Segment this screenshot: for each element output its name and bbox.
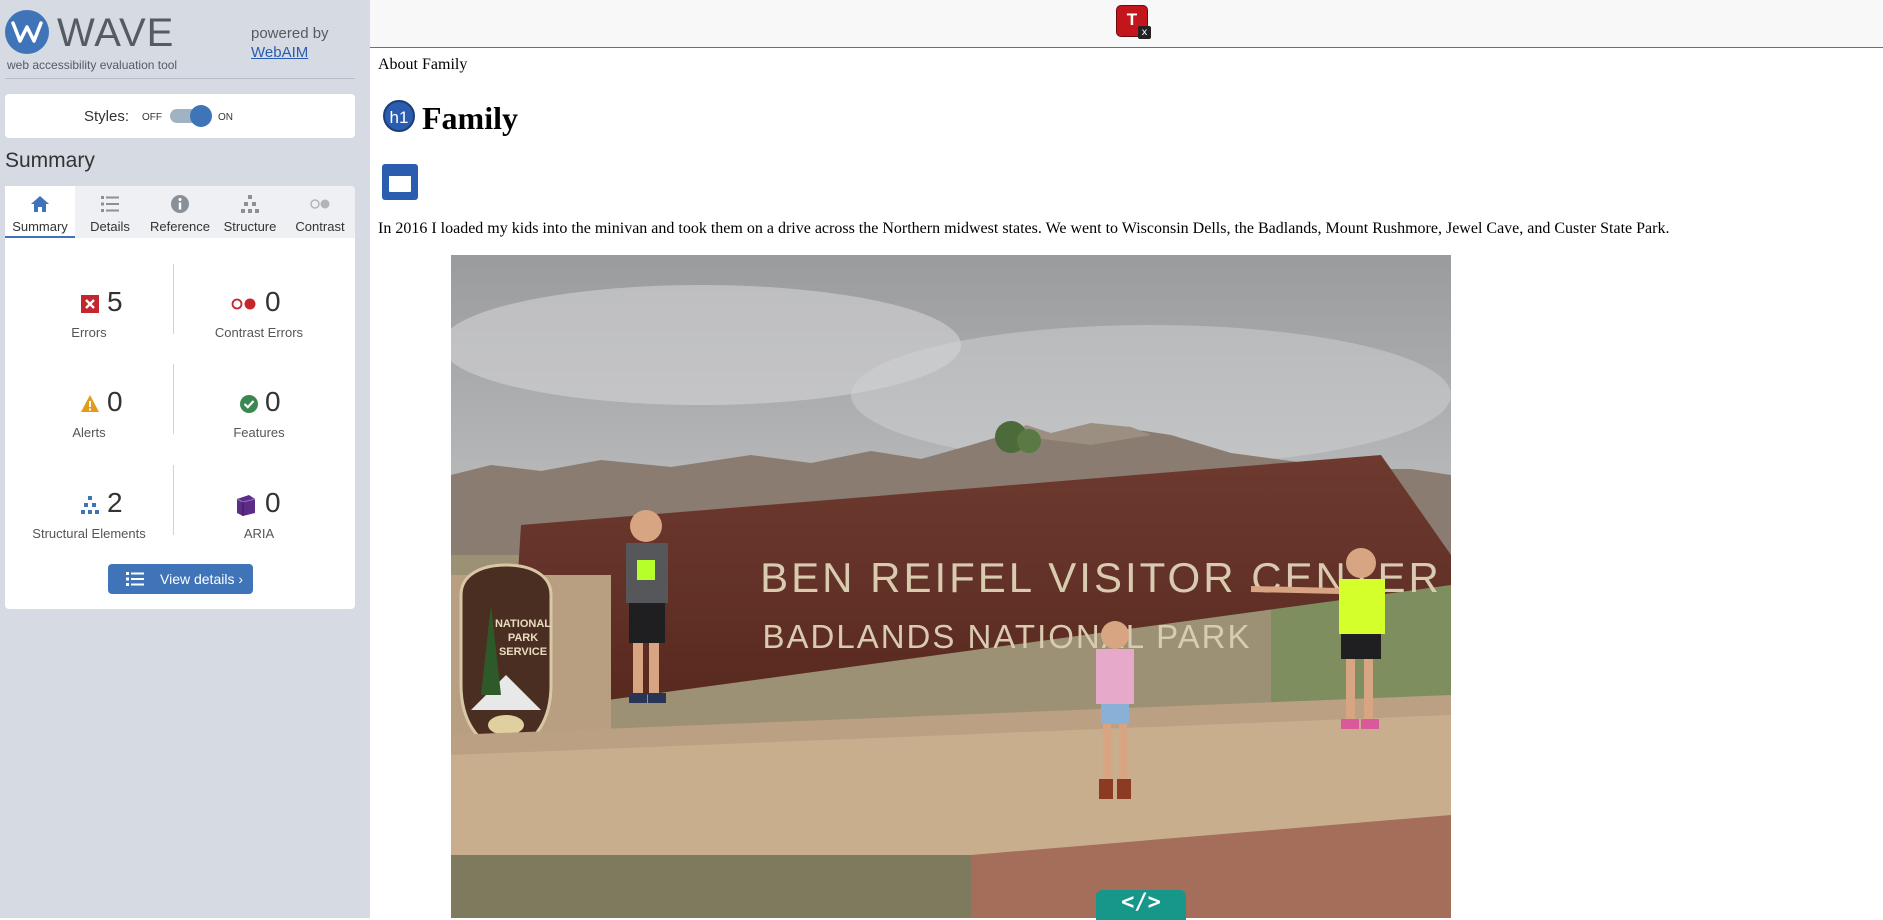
stat-divider [173,264,174,334]
features-label: Features [233,425,285,440]
stat-divider [173,364,174,434]
errors-label: Errors [71,325,107,340]
breadcrumb[interactable]: About Family [378,56,467,74]
stat-contrast-errors[interactable]: 0 Contrast Errors [179,280,339,350]
tab-label: Contrast [295,219,345,234]
stat-aria[interactable]: 0 ARIA [179,481,339,551]
alerts-label: Alerts [72,425,106,440]
hierarchy-icon [241,195,259,213]
powered-by-label: powered by [251,25,329,42]
home-icon [31,196,49,212]
summary-heading: Summary [5,149,95,172]
intro-paragraph: In 2016 I loaded my kids into the miniva… [378,220,1670,237]
header-landmark-icon[interactable] [382,164,418,200]
feature-icon [240,395,258,413]
structural-label: Structural Elements [32,526,146,541]
alerts-count: 0 [107,386,123,417]
family-photo: NATIONAL PARK SERVICE BEN REIFEL VISITOR… [451,255,1451,918]
styles-toggle-panel: Styles: OFF ON [5,94,355,138]
brand-divider [5,78,355,79]
tab-reference[interactable]: Reference [145,186,215,238]
styles-on-label: ON [218,112,233,123]
wave-logo-icon [5,10,49,54]
view-details-button[interactable]: View details › [108,564,253,594]
close-icon[interactable]: x [1138,26,1151,39]
wave-toolbar: T x [370,0,1883,48]
panel-tabs: Summary Details Reference Structure Cont… [5,186,355,238]
structural-count: 2 [107,487,123,518]
aria-icon [236,495,256,516]
shield-text-1: NATIONAL [495,618,551,630]
stat-errors[interactable]: 5 Errors [9,280,169,350]
tab-label: Reference [150,219,210,234]
tab-label: Details [90,219,130,234]
view-details-label: View details › [160,571,244,587]
sign-line-2: BADLANDS NATIONAL PARK [762,618,1251,655]
styles-label: Styles: [84,108,130,125]
contrast-errors-label: Contrast Errors [214,325,304,340]
summary-panel: Summary Details Reference Structure Cont… [5,186,355,609]
tab-details[interactable]: Details [75,186,145,238]
evaluated-page: About Family h1 Family In 2016 I loaded … [370,48,1883,918]
page-title: Family [422,100,518,136]
tab-structure[interactable]: Structure [215,186,285,238]
contrast-error-icon [231,298,256,310]
structure-icon [81,496,99,514]
stat-alerts[interactable]: 0 Alerts [9,380,169,450]
tab-contrast[interactable]: Contrast [285,186,355,238]
aria-label: ARIA [243,526,275,541]
list-icon [126,572,144,586]
errors-count: 5 [107,286,123,317]
stat-features[interactable]: 0 Features [179,380,339,450]
powered-by: powered by WebAIM [251,24,329,62]
contrast-icon [310,199,330,209]
styles-off-label: OFF [142,112,162,123]
alert-icon [81,395,99,412]
badlands-photo-illustration: NATIONAL PARK SERVICE BEN REIFEL VISITOR… [451,255,1451,918]
wave-logo-text: WAVE [57,11,175,55]
error-icon [81,295,99,313]
info-icon [171,195,189,213]
h1-structure-icon[interactable]: h1 [383,100,415,132]
contrast-errors-count: 0 [265,286,281,317]
tab-label: Structure [223,219,277,234]
shield-text-2: PARK [508,632,538,644]
list-icon [101,196,119,212]
wave-brand: WAVE web accessibility evaluation tool p… [5,8,355,78]
toggle-knob [190,105,212,127]
features-count: 0 [265,386,281,417]
shield-text-3: SERVICE [499,646,547,658]
stat-divider [173,465,174,535]
stat-structural[interactable]: 2 Structural Elements [9,481,169,551]
wave-tagline: web accessibility evaluation tool [7,58,178,72]
aria-count: 0 [265,487,281,518]
code-icon[interactable]: </> [1096,890,1186,920]
webaim-link[interactable]: WebAIM [251,43,329,62]
wave-sidebar: WAVE web accessibility evaluation tool p… [0,0,370,918]
tab-summary[interactable]: Summary [5,186,75,238]
tab-label: Summary [12,219,68,234]
styles-toggle[interactable] [170,105,212,127]
